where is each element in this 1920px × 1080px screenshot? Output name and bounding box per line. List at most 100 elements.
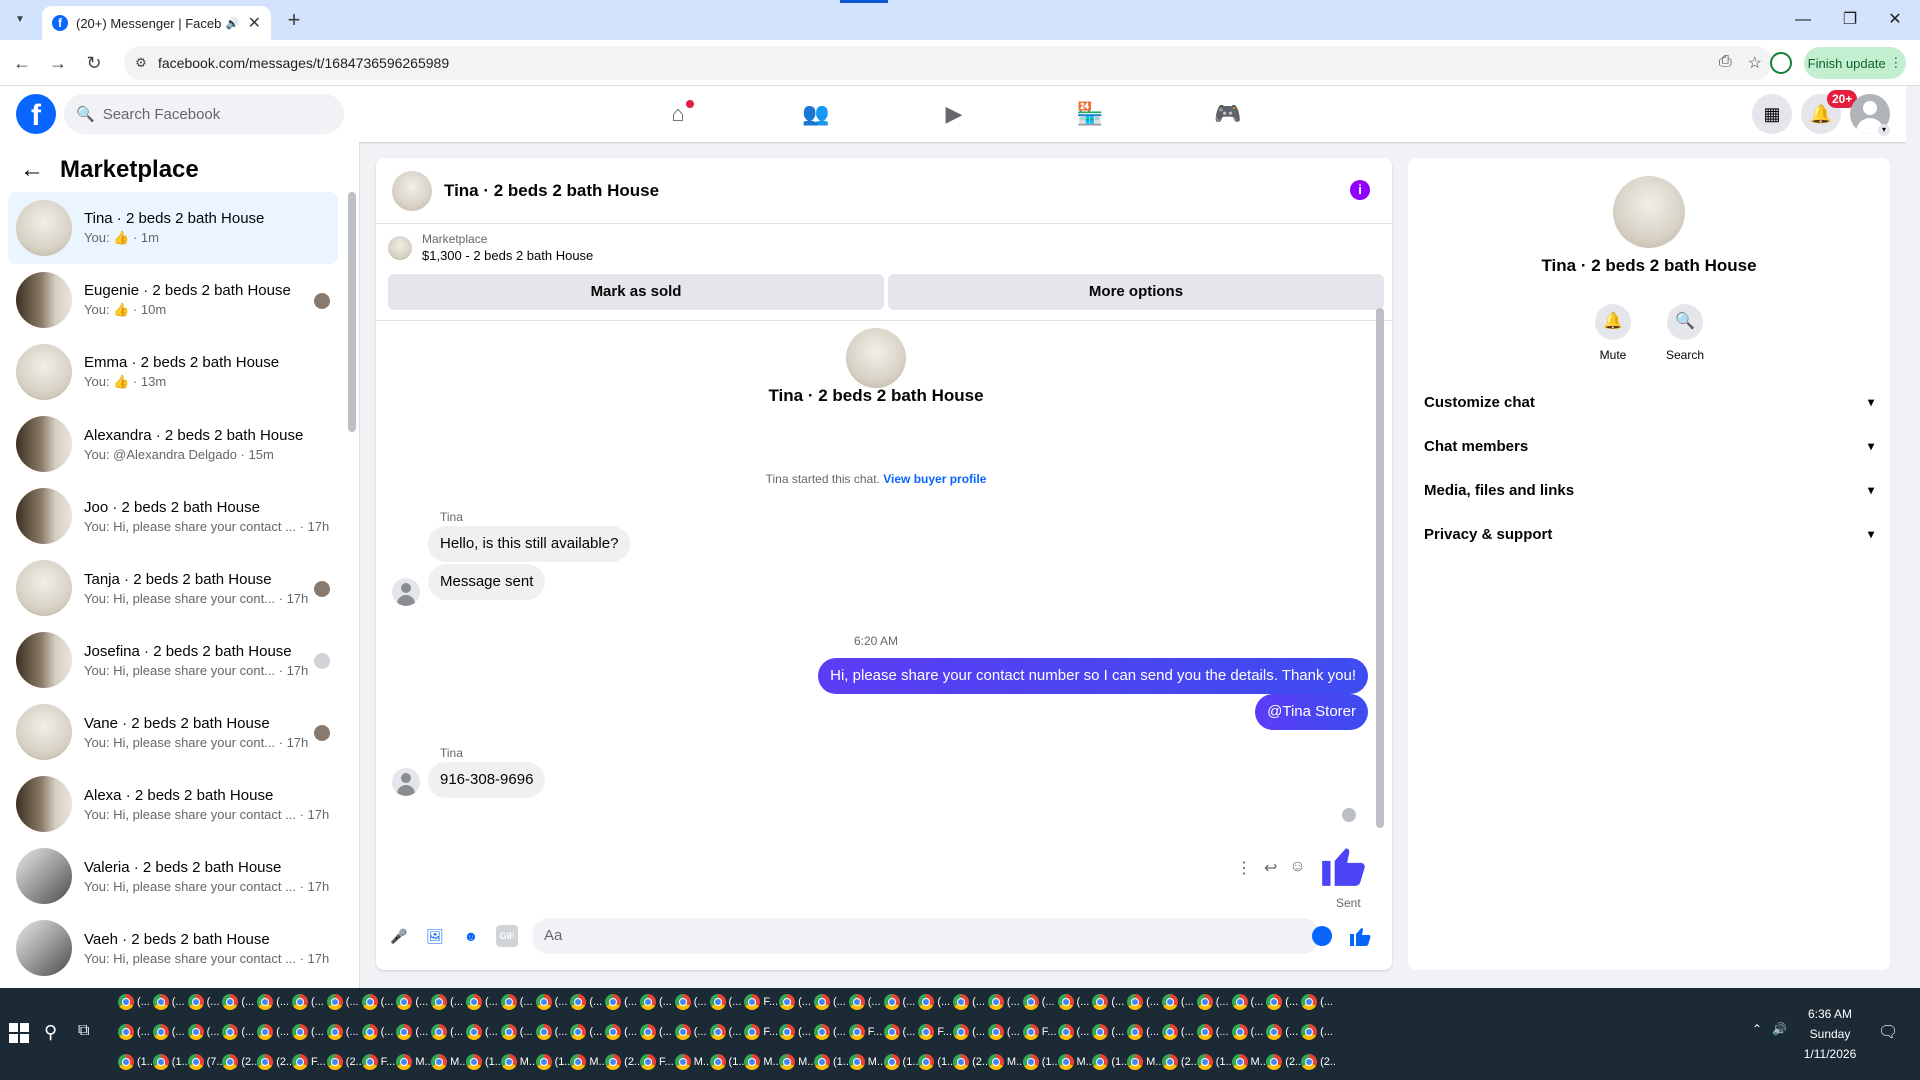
back-button[interactable]: ← [8, 49, 36, 77]
react-emoji-icon[interactable]: ☺ [1289, 858, 1305, 878]
taskbar-chrome-window[interactable]: (... [1301, 988, 1336, 1016]
taskbar-chrome-window[interactable]: (... [326, 1018, 362, 1046]
sticker-icon[interactable]: ☻ [460, 925, 482, 947]
taskbar-chrome-window[interactable]: (1... [918, 1048, 953, 1076]
customize-chat-section[interactable]: Customize chat ▾ [1424, 380, 1874, 424]
taskbar-chrome-window[interactable]: F... [744, 988, 779, 1016]
taskbar-chrome-window[interactable]: (... [431, 1018, 466, 1046]
taskbar-chrome-window[interactable]: M... [1231, 1048, 1266, 1076]
taskbar-chrome-window[interactable]: (... [918, 988, 953, 1016]
chat-members-section[interactable]: Chat members ▾ [1424, 424, 1874, 468]
taskbar-chrome-window[interactable]: (... [709, 1018, 745, 1046]
more-icon[interactable]: ⋮ [1236, 858, 1252, 878]
taskbar-chrome-window[interactable]: F... [918, 1018, 953, 1046]
taskbar-chrome-window[interactable]: (... [1057, 1018, 1093, 1046]
taskbar-chrome-window[interactable]: (... [605, 988, 640, 1016]
conversation-item[interactable]: Tanja · 2 beds 2 bath House You: Hi, plea… [8, 552, 338, 624]
outgoing-mention[interactable]: @Tina Storer [1255, 694, 1368, 730]
taskbar-chrome-window[interactable]: (... [291, 1018, 327, 1046]
video-icon[interactable]: ▶ [934, 96, 974, 132]
back-arrow-icon[interactable]: ← [20, 156, 44, 184]
forward-button[interactable]: → [44, 49, 72, 77]
taskbar-chrome-window[interactable]: (... [987, 988, 1023, 1016]
taskbar-chrome-window[interactable]: (1... [1196, 1048, 1232, 1076]
incoming-message[interactable]: Message sent [428, 564, 546, 600]
friends-icon[interactable]: 👥 [796, 96, 836, 132]
taskbar-chrome-window[interactable]: M... [1127, 1048, 1162, 1076]
taskbar-chrome-window[interactable]: F... [1022, 1018, 1058, 1046]
taskbar-chrome-window[interactable]: M... [396, 1048, 431, 1076]
conversation-item[interactable]: Vane · 2 beds 2 bath House You: Hi, pleas… [8, 696, 338, 768]
taskbar-chrome-window[interactable]: M... [1057, 1048, 1092, 1076]
conversation-item[interactable]: Alexandra · 2 beds 2 bath House You: @Ale… [8, 408, 338, 480]
conversation-item[interactable]: Alexa · 2 beds 2 bath House You: Hi, plea… [8, 768, 338, 840]
taskbar-chrome-window[interactable]: (... [118, 988, 153, 1016]
taskbar-chrome-window[interactable]: (... [222, 988, 257, 1016]
taskbar-chrome-window[interactable]: (... [1092, 988, 1127, 1016]
taskbar-chrome-window[interactable]: M... [744, 1048, 779, 1076]
taskbar-chrome-window[interactable]: (... [1196, 1018, 1232, 1046]
reload-button[interactable]: ↻ [80, 49, 108, 77]
taskbar-chrome-window[interactable]: (... [152, 1018, 188, 1046]
taskbar-chrome-window[interactable]: (... [1092, 1018, 1127, 1046]
sidebar-scrollbar[interactable] [348, 192, 356, 432]
taskbar-chrome-window[interactable]: (... [605, 1018, 640, 1046]
conversation-item[interactable]: Josefina · 2 beds 2 bath House You: Hi, p… [8, 624, 338, 696]
taskbar-chrome-window[interactable]: (... [1127, 988, 1162, 1016]
taskbar-chrome-window[interactable]: (... [709, 988, 745, 1016]
taskbar-chrome-window[interactable]: (... [535, 988, 571, 1016]
incoming-message[interactable]: Hello, is this still available? [428, 526, 631, 562]
bookmark-star-icon[interactable]: ☆ [1748, 53, 1762, 73]
finish-update-button[interactable]: Finish update ⋮ [1804, 47, 1906, 79]
taskbar-chrome-window[interactable]: (... [779, 988, 814, 1016]
taskbar-chrome-window[interactable]: (... [1266, 988, 1301, 1016]
taskbar-chrome-window[interactable]: (2... [953, 1048, 988, 1076]
windows-start-icon[interactable] [8, 1022, 30, 1044]
taskbar-chrome-window[interactable]: M... [848, 1048, 884, 1076]
menu-grid-icon[interactable]: ▦ [1752, 94, 1792, 134]
search-button[interactable]: 🔍 Search [1666, 304, 1704, 362]
emoji-icon[interactable] [1312, 926, 1332, 946]
conversation-item[interactable]: Vaeh · 2 beds 2 bath House You: Hi, pleas… [8, 912, 338, 984]
close-window-button[interactable]: ✕ [1872, 6, 1918, 34]
taskbar-chrome-window[interactable]: (... [1301, 1018, 1336, 1046]
restore-button[interactable]: ❐ [1827, 6, 1873, 34]
taskbar-chrome-window[interactable]: (... [883, 1018, 919, 1046]
chat-title[interactable]: Tina · 2 beds 2 bath House [444, 181, 659, 201]
taskbar-chrome-window[interactable]: (... [257, 988, 292, 1016]
taskbar-chrome-window[interactable]: (... [1022, 988, 1058, 1016]
taskbar-chrome-window[interactable]: (... [118, 1018, 153, 1046]
taskbar-chrome-window[interactable]: (... [222, 1018, 257, 1046]
minimize-button[interactable]: — [1780, 6, 1826, 34]
taskbar-chrome-window[interactable]: (... [1231, 988, 1267, 1016]
taskbar-chrome-window[interactable]: (... [639, 988, 675, 1016]
like-thumb-icon[interactable] [1317, 840, 1369, 890]
taskbar-chrome-window[interactable]: (... [953, 988, 988, 1016]
taskbar-chrome-window[interactable]: M... [674, 1048, 710, 1076]
taskbar-chrome-window[interactable]: (... [187, 1018, 223, 1046]
taskbar-chrome-window[interactable]: (... [1057, 988, 1093, 1016]
microphone-icon[interactable]: 🎤 [388, 925, 410, 947]
taskbar-chrome-window[interactable]: (2... [1161, 1048, 1197, 1076]
conversation-item[interactable]: Valeria · 2 beds 2 bath House You: Hi, pl… [8, 840, 338, 912]
taskbar-chrome-window[interactable]: (... [396, 988, 431, 1016]
page-scrollbar[interactable] [1906, 86, 1920, 988]
site-info-icon[interactable]: ⚙ [124, 55, 158, 71]
outgoing-message[interactable]: Hi, please share your contact number so … [818, 658, 1368, 694]
taskbar-chrome-window[interactable]: (... [326, 988, 362, 1016]
taskbar-chrome-window[interactable]: (1... [152, 1048, 188, 1076]
reply-icon[interactable]: ↩ [1264, 858, 1277, 878]
taskbar-chrome-window[interactable]: F... [744, 1018, 779, 1046]
taskbar-chrome-window[interactable]: (2... [605, 1048, 640, 1076]
mark-as-sold-button[interactable]: Mark as sold [388, 274, 884, 310]
privacy-support-section[interactable]: Privacy & support ▾ [1424, 512, 1874, 556]
taskbar-chrome-window[interactable]: (2... [326, 1048, 362, 1076]
taskbar-chrome-window[interactable]: (... [1231, 1018, 1267, 1046]
speaker-icon[interactable]: 🔊 [226, 17, 240, 30]
taskbar-chrome-window[interactable]: (... [570, 1018, 605, 1046]
taskbar-chrome-window[interactable]: (... [257, 1018, 292, 1046]
taskbar-chrome-window[interactable]: (... [987, 1018, 1023, 1046]
photo-icon[interactable]: 🖼 [424, 925, 446, 947]
taskbar-chrome-window[interactable]: (2... [1266, 1048, 1301, 1076]
taskbar-chrome-window[interactable]: M... [779, 1048, 814, 1076]
